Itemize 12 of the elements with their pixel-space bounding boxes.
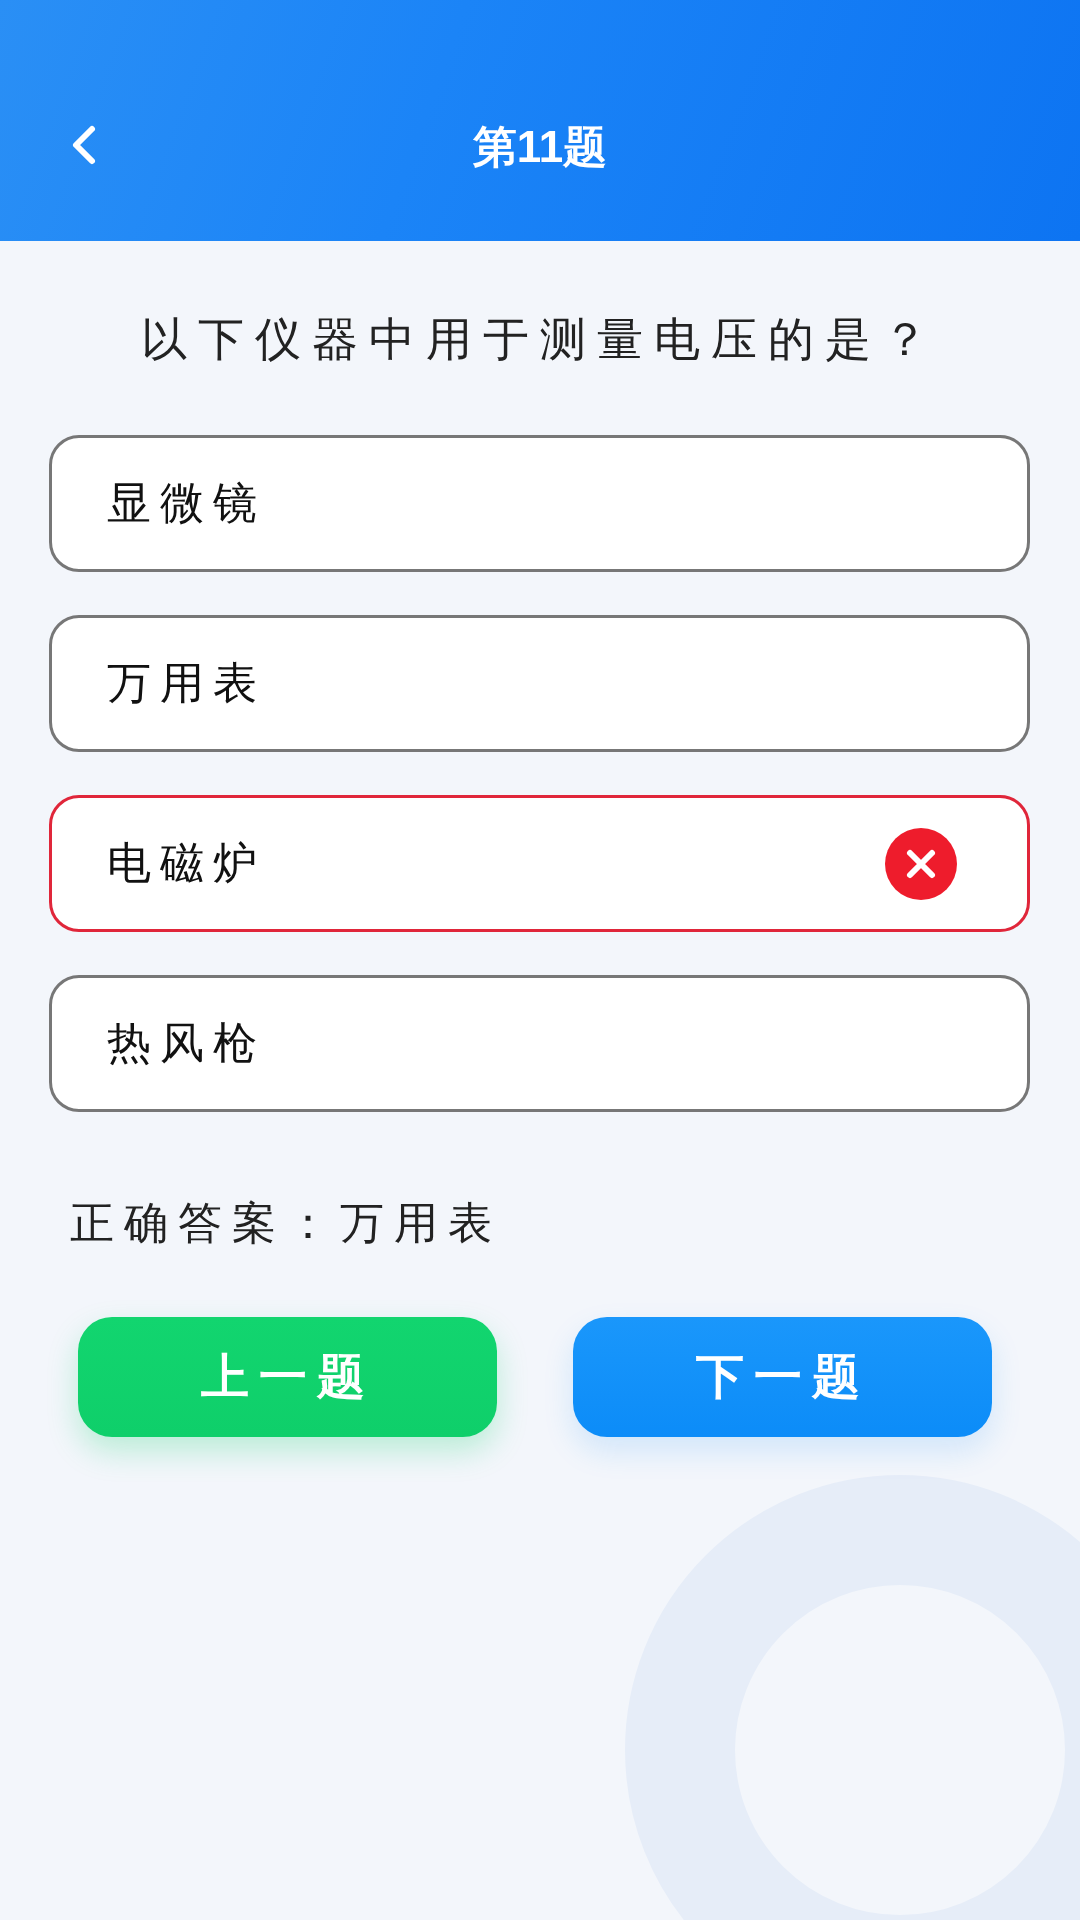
option-label: 显微镜	[107, 476, 267, 530]
answer-option[interactable]: 电磁炉	[49, 795, 1030, 932]
page-title: 第11题	[472, 121, 608, 173]
answer-option[interactable]: 万用表	[49, 615, 1030, 752]
option-label: 热风枪	[107, 1016, 267, 1070]
option-label: 电磁炉	[107, 836, 267, 890]
correct-answer-text: 正确答案：万用表	[70, 1196, 503, 1250]
option-label: 万用表	[107, 656, 267, 710]
wrong-icon	[885, 827, 957, 900]
question-text: 以下仪器中用于测量电压的是？	[140, 311, 940, 368]
answer-option[interactable]: 热风枪	[49, 975, 1030, 1112]
answer-option[interactable]: 显微镜	[49, 435, 1030, 572]
